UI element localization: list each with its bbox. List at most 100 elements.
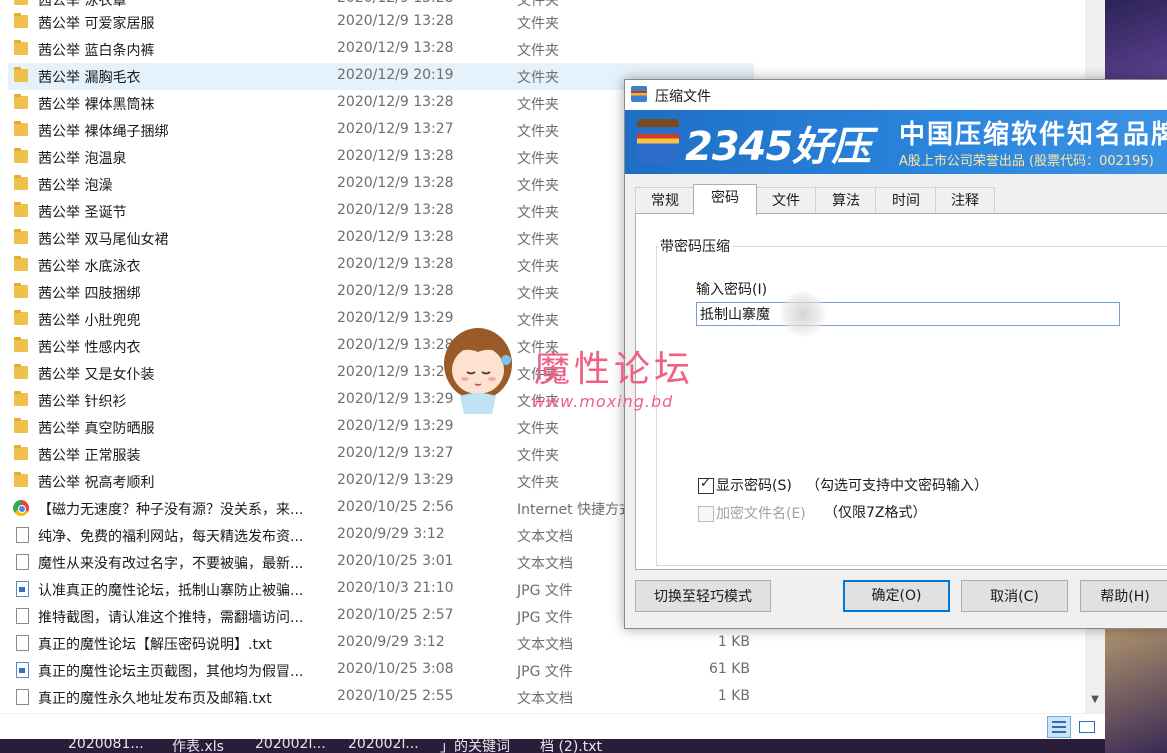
folder-icon	[14, 364, 28, 379]
switch-mode-button[interactable]: 切换至轻巧模式	[635, 580, 771, 612]
file-type: 文件夹	[517, 178, 559, 194]
file-name: 茜公举 可爱家居服	[38, 16, 155, 32]
password-input[interactable]: 抵制山寨魔	[696, 302, 1120, 326]
password-panel: 带密码压缩 输入密码(I) 抵制山寨魔 显示密码(S) （勾选可支持中文密码输入…	[635, 213, 1167, 570]
file-date: 2020/12/9 13:29	[337, 310, 454, 326]
taskbar: 2020081... 作表.xls 202002l... 202002l... …	[0, 739, 1105, 753]
file-date: 2020/12/9 13:28	[337, 175, 454, 191]
file-type: 文件夹	[517, 340, 559, 356]
folder-icon	[14, 175, 28, 190]
jpg-icon	[16, 581, 29, 597]
help-button[interactable]: 帮助(H)	[1080, 580, 1167, 612]
scroll-down-arrow-icon[interactable]: ▼	[1085, 690, 1105, 710]
cancel-button[interactable]: 取消(C)	[961, 580, 1068, 612]
file-date: 2020/12/9 13:28	[337, 0, 454, 6]
file-date: 2020/10/25 3:08	[337, 661, 454, 677]
haozip-logo-icon	[637, 119, 679, 163]
file-name: 茜公举 祝高考顺利	[38, 475, 155, 491]
file-date: 2020/9/29 3:12	[337, 526, 445, 542]
folder-icon	[14, 472, 28, 487]
file-name: 推特截图，请认准这个推特，需翻墙访问...	[38, 610, 304, 626]
file-date: 2020/12/9 13:28	[337, 229, 454, 245]
file-date: 2020/12/9 13:27	[337, 445, 454, 461]
file-name: 认准真正的魔性论坛，抵制山寨防止被骗...	[38, 583, 304, 599]
group-title: 带密码压缩	[658, 236, 732, 256]
details-view-icon[interactable]	[1047, 716, 1071, 738]
encrypt-filenames-checkbox[interactable]	[698, 506, 714, 522]
file-name: 茜公举 性感内衣	[38, 340, 141, 356]
encrypt-filenames-label[interactable]: 加密文件名(E)	[716, 503, 806, 523]
folder-icon	[14, 418, 28, 433]
tab-bar: 常规 密码 文件 算法 时间 注释	[635, 184, 1167, 215]
file-type: 文件夹	[517, 70, 559, 86]
folder-icon	[14, 0, 28, 5]
folder-icon	[14, 67, 28, 82]
ok-button[interactable]: 确定(O)	[843, 580, 950, 612]
file-type: 文件夹	[517, 259, 559, 275]
file-name: 【磁力无速度？种子没有源？没关系，来...	[38, 502, 304, 518]
file-type: 文本文档	[517, 637, 573, 653]
tab-comment[interactable]: 注释	[935, 187, 995, 214]
list-item[interactable]: 真正的魔性论坛主页截图，其他均为假冒... 2020/10/25 3:08 JPG …	[8, 657, 754, 684]
status-bar	[0, 713, 1105, 740]
folder-icon	[14, 13, 28, 28]
show-password-label[interactable]: 显示密码(S)	[716, 475, 792, 495]
banner-slogan: 中国压缩软件知名品牌	[899, 120, 1167, 150]
file-name: 茜公举 水底泳衣	[38, 259, 141, 275]
file-date: 2020/10/3 21:10	[337, 580, 454, 596]
file-type: 文件夹	[517, 313, 559, 329]
taskbar-item[interactable]: 档 (2).txt	[540, 739, 602, 753]
large-icons-view-icon[interactable]	[1075, 716, 1099, 738]
tab-time[interactable]: 时间	[875, 187, 937, 214]
file-type: 文件夹	[517, 475, 559, 491]
file-date: 2020/12/9 13:28	[337, 13, 454, 29]
file-type: 文件夹	[517, 16, 559, 32]
file-type: 文件夹	[517, 124, 559, 140]
taskbar-item[interactable]: 作表.xls	[172, 739, 224, 753]
taskbar-item[interactable]: 202002l...	[255, 739, 326, 752]
file-date: 2020/12/9 13:29	[337, 418, 454, 434]
file-date: 2020/12/9 13:29	[337, 391, 454, 407]
folder-icon	[14, 94, 28, 109]
file-name: 茜公举 蓝白条内裤	[38, 43, 155, 59]
doc-icon	[16, 635, 29, 651]
file-name: 茜公举 针织衫	[38, 394, 127, 410]
file-type: 文件夹	[517, 421, 559, 437]
folder-icon	[14, 121, 28, 136]
folder-icon	[14, 283, 28, 298]
tab-general[interactable]: 常规	[635, 187, 695, 214]
file-name: 茜公举 裸体黑筒袜	[38, 97, 155, 113]
tab-files[interactable]: 文件	[755, 187, 817, 214]
password-label: 输入密码(I)	[696, 282, 768, 298]
file-name: 茜公举 漏胸毛衣	[38, 70, 141, 86]
list-item[interactable]: 茜公举 蓝白条内裤 2020/12/9 13:28 文件夹	[8, 36, 754, 63]
file-name: 茜公举 又是女仆装	[38, 367, 155, 383]
file-type: 文件夹	[517, 151, 559, 167]
file-date: 2020/12/9 13:29	[337, 472, 454, 488]
taskbar-item[interactable]: 202002l...	[348, 739, 419, 752]
file-date: 2020/12/9 13:27	[337, 121, 454, 137]
taskbar-item[interactable]: 2020081...	[68, 739, 144, 752]
haozip-banner: 2345好压 中国压缩软件知名品牌 A股上市公司荣誉出品 (股票代码：00219…	[625, 110, 1167, 174]
compress-dialog: 压缩文件 2345好压 中国压缩软件知名品牌 A股上市公司荣誉出品 (股票代码：…	[624, 79, 1167, 629]
list-item[interactable]: 真正的魔性永久地址发布页及邮箱.txt 2020/10/25 2:55 文本文档 1 …	[8, 684, 754, 711]
file-name: 茜公举 双马尾仙女裙	[38, 232, 169, 248]
file-name: 真正的魔性永久地址发布页及邮箱.txt	[38, 691, 272, 707]
folder-icon	[14, 148, 28, 163]
taskbar-item[interactable]: 」的关键词	[440, 739, 510, 753]
file-name: 茜公举 泡澡	[38, 178, 113, 194]
file-date: 2020/12/9 13:28	[337, 256, 454, 272]
show-password-note: （勾选可支持中文密码输入）	[806, 478, 988, 494]
file-name: 纯净、免费的福利网站，每天精选发布资...	[38, 529, 304, 545]
list-item[interactable]: 茜公举 可爱家居服 2020/12/9 13:28 文件夹	[8, 9, 754, 36]
show-password-checkbox[interactable]	[698, 476, 714, 494]
dialog-titlebar[interactable]: 压缩文件	[625, 80, 1167, 110]
tab-algorithm[interactable]: 算法	[815, 187, 877, 214]
file-type: JPG 文件	[517, 664, 573, 680]
list-item[interactable]: 真正的魔性论坛【解压密码说明】.txt 2020/9/29 3:12 文本文档 1 K…	[8, 630, 754, 657]
file-name: 真正的魔性论坛主页截图，其他均为假冒...	[38, 664, 304, 680]
file-date: 2020/9/29 3:12	[337, 634, 445, 650]
file-date: 2020/12/9 13:28	[337, 148, 454, 164]
file-date: 2020/12/9 13:28	[337, 283, 454, 299]
tab-password[interactable]: 密码	[693, 184, 757, 215]
